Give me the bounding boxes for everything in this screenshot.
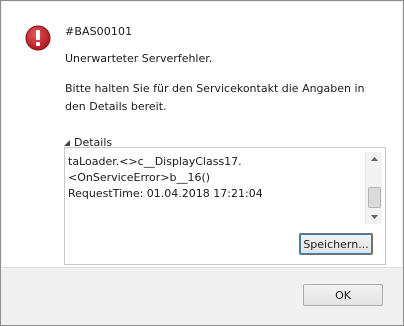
details-textbox[interactable]: taLoader.<>c__DisplayClass17.<OnServiceE… [68, 154, 363, 224]
save-button[interactable]: Speichern... [299, 233, 373, 255]
chevron-up-icon[interactable] [366, 152, 382, 166]
ok-button[interactable]: OK [303, 284, 383, 306]
triangle-expander-icon [63, 139, 71, 147]
error-hint: Bitte halten Sie für den Servicekontakt … [65, 82, 365, 113]
footer-separator [2, 267, 402, 268]
dialog-content: #BAS00101 Unerwarteter Serverfehler. Bit… [2, 2, 402, 267]
error-dialog: #BAS00101 Unerwarteter Serverfehler. Bit… [0, 0, 404, 326]
details-scrollbar[interactable] [365, 152, 382, 224]
details-panel: taLoader.<>c__DisplayClass17.<OnServiceE… [64, 147, 386, 265]
scrollbar-thumb[interactable] [368, 187, 381, 208]
error-icon [25, 25, 51, 51]
error-code: #BAS00101 [65, 25, 133, 38]
error-headline: Unerwarteter Serverfehler. [65, 52, 213, 65]
chevron-down-icon[interactable] [366, 210, 382, 224]
